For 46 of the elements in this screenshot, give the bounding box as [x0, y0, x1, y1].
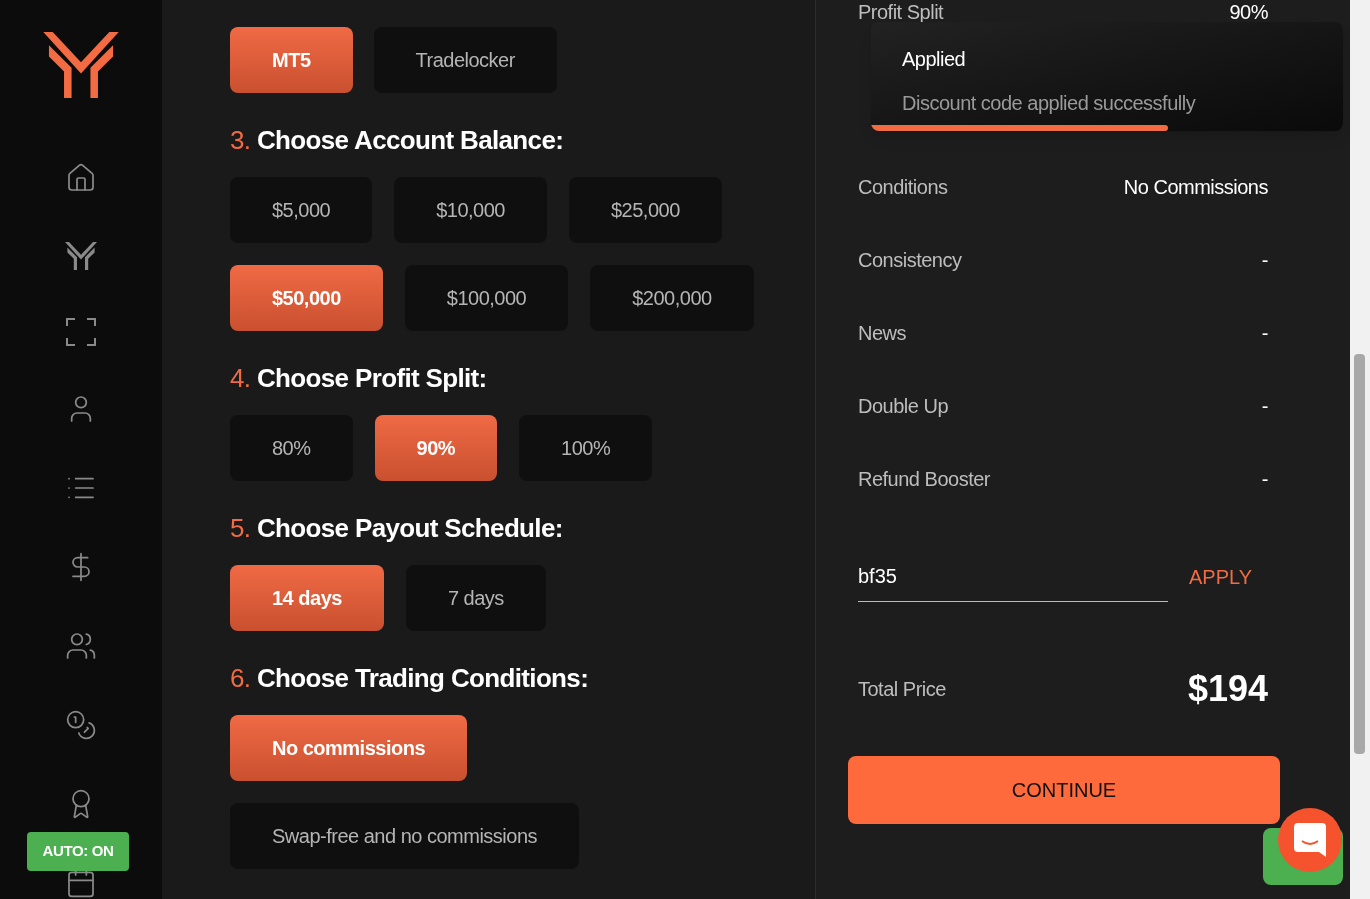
option-button[interactable]: $10,000: [394, 177, 547, 243]
chat-icon: [1294, 823, 1326, 857]
summary-value: -: [1261, 320, 1268, 346]
frame-icon[interactable]: [66, 318, 96, 346]
chat-widget[interactable]: [1263, 808, 1343, 885]
logo-icon: [65, 241, 97, 271]
summary-value: -: [1261, 393, 1268, 419]
option-button[interactable]: 90%: [374, 415, 498, 481]
option-button[interactable]: $25,000: [568, 177, 722, 243]
summary-value: 90%: [1229, 2, 1268, 22]
total-price: $194: [1187, 667, 1268, 711]
summary-label: News: [858, 320, 906, 346]
toast-title: Applied: [902, 47, 967, 72]
option-button[interactable]: Swap-free and no commissions: [230, 803, 579, 869]
option-button[interactable]: 100%: [519, 415, 653, 481]
toast-message: Discount code applied successfully: [902, 91, 1197, 116]
option-button[interactable]: $5,000: [230, 177, 373, 243]
option-button[interactable]: No commissions: [230, 715, 468, 781]
summary-value: -: [1261, 247, 1268, 273]
section-heading: 3. Choose Account Balance:: [230, 127, 565, 153]
summary-value: No Commissions: [1123, 174, 1268, 200]
section-heading: 6. Choose Trading Conditions:: [230, 665, 590, 691]
section-heading: 4. Choose Profit Split:: [230, 365, 488, 391]
logo-icon: [42, 32, 120, 98]
option-button[interactable]: 14 days: [230, 565, 384, 631]
option-button[interactable]: $200,000: [590, 265, 754, 331]
total-label: Total Price: [858, 677, 946, 702]
option-button[interactable]: 7 days: [405, 565, 546, 631]
summary-label: Profit Split: [858, 2, 944, 22]
discount-field[interactable]: bf35: [858, 561, 1168, 602]
coins-icon[interactable]: [65, 709, 97, 741]
home-icon[interactable]: [65, 162, 97, 194]
option-button[interactable]: $50,000: [230, 265, 383, 331]
apply-link[interactable]: APPLY: [1189, 562, 1252, 602]
summary-label: Consistency: [858, 247, 962, 273]
option-button[interactable]: MT5: [230, 27, 353, 93]
option-button[interactable]: $100,000: [404, 265, 569, 331]
continue-button[interactable]: CONTINUE: [848, 756, 1280, 824]
option-button[interactable]: Tradelocker: [373, 27, 557, 93]
users-icon[interactable]: [65, 630, 97, 662]
summary-label: Conditions: [858, 174, 948, 200]
summary-value: -: [1261, 466, 1268, 492]
summary-label: Double Up: [858, 393, 948, 419]
option-button[interactable]: 80%: [230, 415, 353, 481]
section-heading: 5. Choose Payout Schedule:: [230, 515, 564, 541]
summary-label: Refund Booster: [858, 466, 990, 492]
